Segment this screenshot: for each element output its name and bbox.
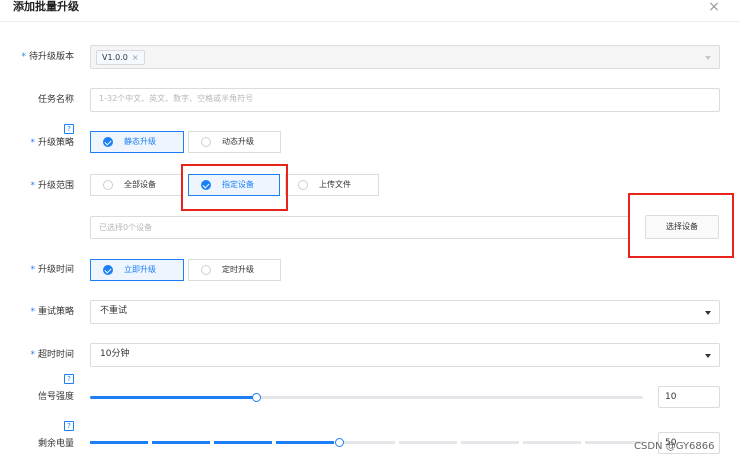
task-name-label: 任务名称 [37,95,74,105]
radio-label: 定时升级 [222,265,254,274]
required-mark: * [30,181,35,191]
version-label: 待升级版本 [28,52,74,62]
header-divider [0,21,740,22]
radio-immediate-upgrade[interactable]: 立即升级 [90,259,184,281]
required-mark: * [30,265,35,275]
battery-slider-segment [275,441,334,444]
scope-label: 升级范围 [37,181,74,191]
retry-select[interactable]: 不重试 [90,300,720,324]
chevron-down-icon [705,311,711,315]
timeout-label: 超时时间 [37,350,74,360]
battery-slider-segment [523,441,582,444]
signal-value: 10 [665,392,677,402]
check-icon [103,137,113,147]
timeout-select[interactable]: 10分钟 [90,343,720,367]
battery-help-icon[interactable]: ? [64,421,74,431]
chevron-down-icon [705,56,711,60]
required-mark: * [30,350,35,360]
retry-label: 重试策略 [37,307,74,317]
required-mark: * [30,138,35,148]
timeout-label-wrap: * 超时时间 [2,349,74,361]
battery-slider-segment [461,441,520,444]
selected-devices-field[interactable]: 已选择0个设备 [90,216,630,239]
check-icon [103,265,113,275]
radio-all-devices[interactable]: 全部设备 [90,174,182,196]
battery-slider-segment [337,441,396,444]
chevron-down-icon [705,354,711,358]
signal-slider-fill [90,396,256,399]
radio-static-upgrade[interactable]: 静态升级 [90,131,184,153]
version-select[interactable]: V1.0.0 × [90,45,720,69]
signal-value-input[interactable]: 10 [658,386,720,408]
radio-dynamic-upgrade[interactable]: 动态升级 [188,131,281,153]
highlight-box-scope [181,164,288,211]
scope-label-wrap: * 升级范围 [2,180,74,192]
highlight-box-select-button [628,193,734,258]
radio-label: 全部设备 [124,180,156,189]
signal-label: 信号强度 [37,392,74,402]
battery-label: 剩余电量 [37,439,74,449]
tag-remove-icon[interactable]: × [132,53,139,62]
selected-devices-placeholder: 已选择0个设备 [99,223,153,232]
radio-label: 立即升级 [124,265,156,274]
signal-help-icon[interactable]: ? [64,374,74,384]
version-tag-label: V1.0.0 [102,53,128,62]
task-name-placeholder: 1-32个中文、英文、数字、空格或半角符号 [99,94,254,103]
strategy-label-wrap: * 升级策略 [2,137,74,149]
battery-slider-handle[interactable] [335,438,344,447]
radio-label: 动态升级 [222,137,254,146]
dialog-title: 添加批量升级 [13,0,79,13]
close-icon[interactable]: × [706,0,722,14]
radio-label: 上传文件 [319,180,351,189]
watermark: CSDN @GY6866 [634,441,715,452]
battery-slider-track[interactable] [90,441,643,444]
required-mark: * [30,307,35,317]
timeout-value: 10分钟 [100,349,130,359]
radio-circle-icon [201,137,211,147]
strategy-label: 升级策略 [37,138,74,148]
version-label-wrap: * 待升级版本 [2,51,74,63]
radio-label: 静态升级 [124,137,156,146]
battery-slider-segment [399,441,458,444]
task-name-field[interactable]: 1-32个中文、英文、数字、空格或半角符号 [90,88,720,112]
battery-slider-segment [151,441,210,444]
radio-circle-icon [201,265,211,275]
radio-upload-file[interactable]: 上传文件 [285,174,379,196]
version-tag: V1.0.0 × [96,50,145,65]
time-label-wrap: * 升级时间 [2,264,74,276]
battery-slider-segment [90,441,148,444]
signal-slider-handle[interactable] [252,393,261,402]
radio-circle-icon [103,180,113,190]
radio-circle-icon [298,180,308,190]
radio-scheduled-upgrade[interactable]: 定时升级 [188,259,281,281]
required-mark: * [21,52,26,62]
strategy-help-icon[interactable]: ? [64,124,74,134]
battery-slider-segment [213,441,272,444]
time-label: 升级时间 [37,265,74,275]
retry-label-wrap: * 重试策略 [2,306,74,318]
retry-value: 不重试 [100,306,128,316]
